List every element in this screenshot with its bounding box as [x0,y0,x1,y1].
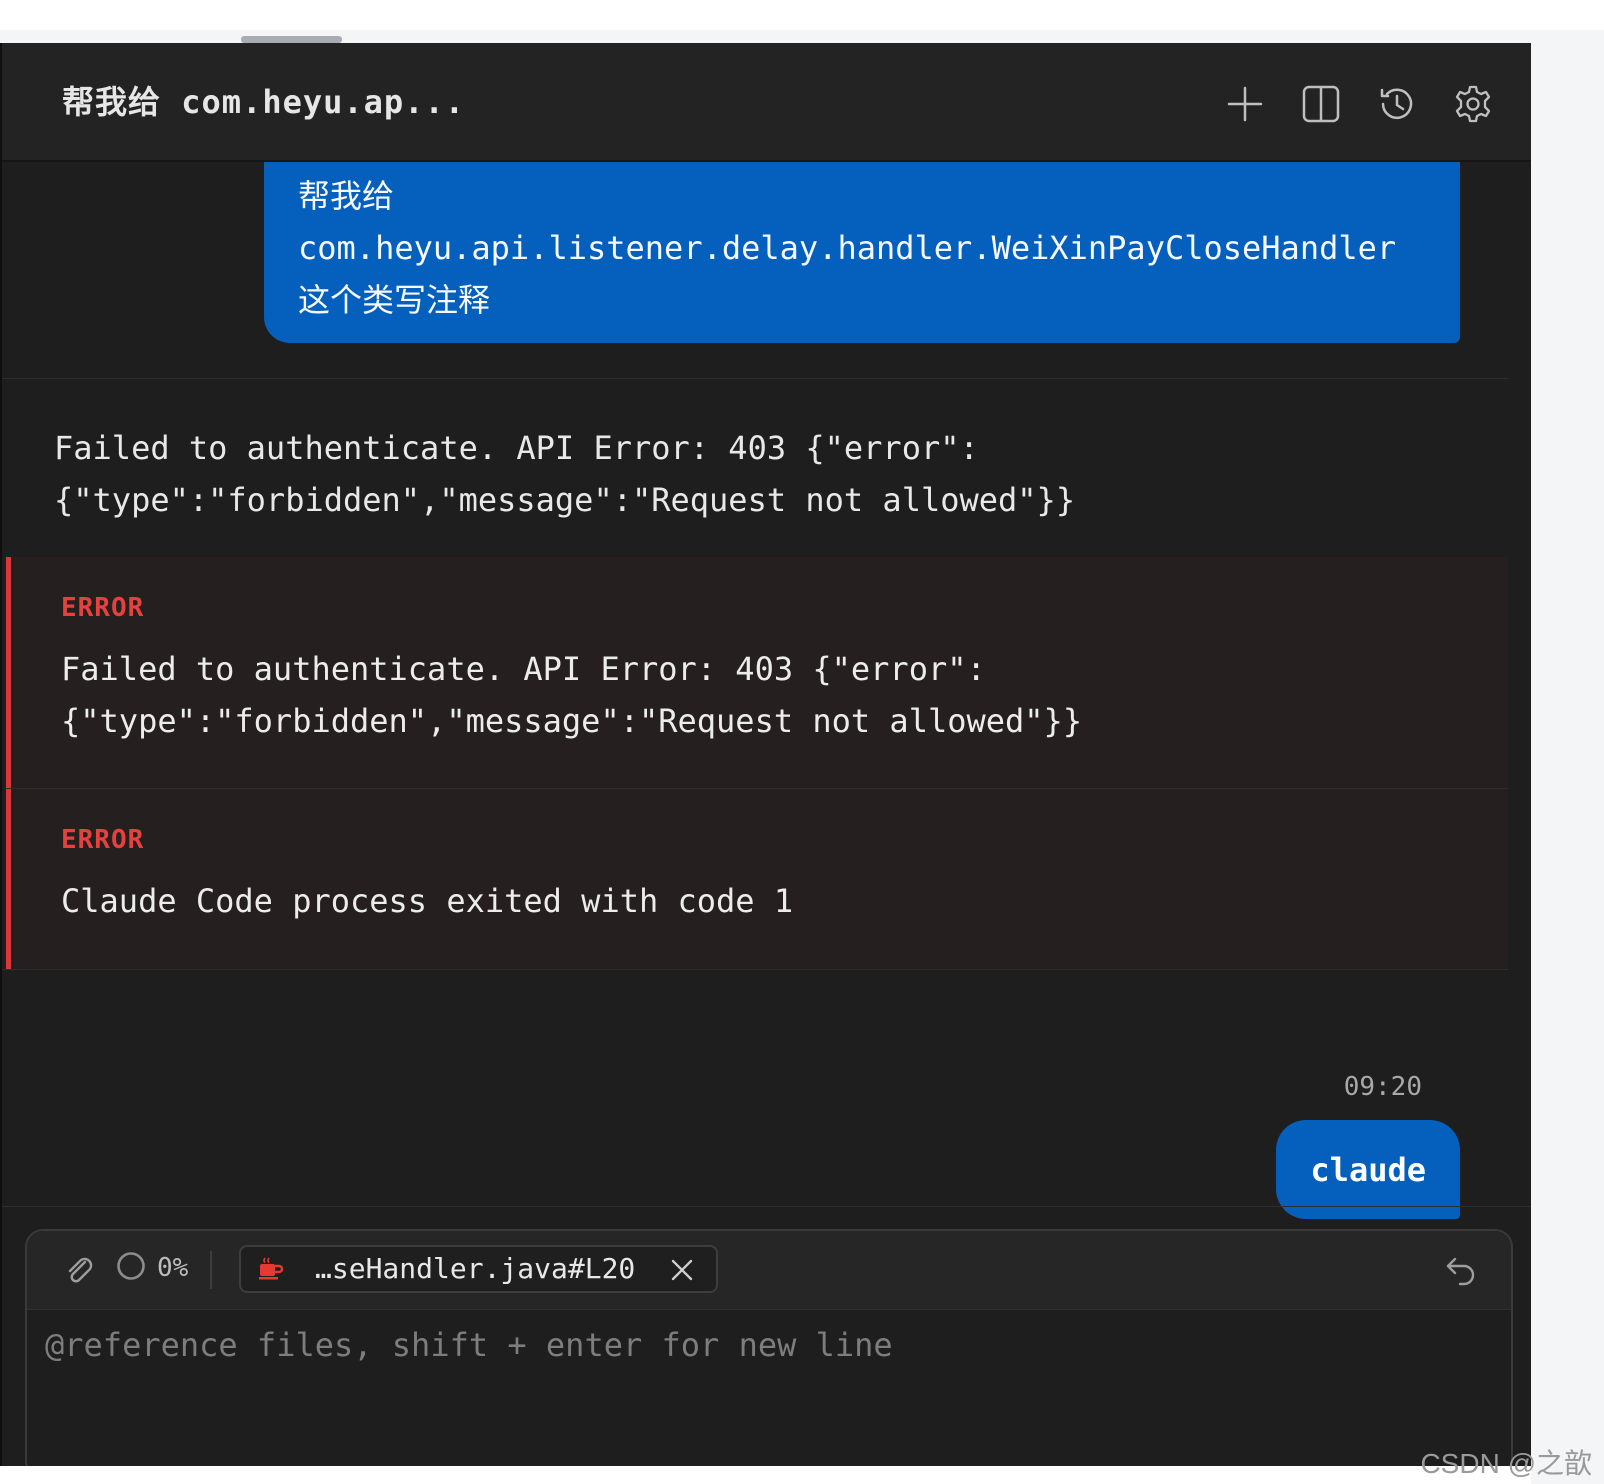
message-timestamp: 09:20 [1343,1072,1422,1102]
watermark: CSDN @之歆 [1420,1448,1592,1479]
user-message-line: com.heyu.api.listener.delay.handler.WeiX… [298,229,1397,267]
error-message: Claude Code process exited with code 1 [61,882,794,920]
message-divider [2,969,1508,970]
assistant-message: Failed to authenticate. API Error: 403 {… [54,429,1076,519]
new-chat-button[interactable] [1221,80,1269,128]
undo-icon[interactable] [1443,1251,1479,1287]
settings-button[interactable] [1449,80,1497,128]
user-message-line: 帮我给 [298,177,395,215]
gear-icon [1455,85,1491,123]
chat-window: 帮我给 com.heyu.ap... 帮我给 com.heyu.api.list… [0,43,1531,1466]
history-icon [1380,88,1413,120]
composer-divider [2,1206,1531,1207]
close-icon[interactable] [668,1256,696,1284]
composer: 0% …seHandler.java#L20 [25,1229,1513,1466]
user-message-bubble: 帮我给 com.heyu.api.listener.delay.handler.… [264,162,1460,343]
chat-title: 帮我给 com.heyu.ap... [62,83,465,121]
conversation: 帮我给 com.heyu.api.listener.delay.handler.… [2,162,1508,1249]
composer-toolbar: 0% …seHandler.java#L20 [27,1231,1511,1310]
chat-header: 帮我给 com.heyu.ap... [2,43,1531,162]
error-block: ERROR Claude Code process exited with co… [6,789,1508,969]
split-view-icon [1302,85,1340,123]
toolbar-divider [210,1251,212,1289]
file-chip-label: …seHandler.java#L20 [315,1252,636,1285]
java-icon [259,1257,284,1280]
user-message-bubble: claude [1276,1120,1460,1219]
history-button[interactable] [1373,80,1421,128]
message-divider [2,378,1508,379]
user-message-line: 这个类写注释 [298,281,491,319]
file-reference-chip[interactable]: …seHandler.java#L20 [239,1245,718,1293]
right-pane [1531,30,1604,1484]
progress-text: 0% [157,1253,189,1283]
error-label: ERROR [61,825,145,855]
error-message: Failed to authenticate. API Error: 403 {… [61,650,1083,740]
plus-icon [1227,86,1263,122]
message-input[interactable] [45,1311,1485,1466]
page: 帮我给 com.heyu.ap... 帮我给 com.heyu.api.list… [0,0,1604,1484]
error-block: ERROR Failed to authenticate. API Error:… [6,557,1508,788]
paperclip-icon[interactable] [63,1253,97,1287]
top-tab-indicator[interactable] [241,36,342,43]
progress-ring-icon [117,1252,145,1280]
split-view-button[interactable] [1297,80,1345,128]
error-label: ERROR [61,593,145,623]
header-actions [1221,80,1497,128]
